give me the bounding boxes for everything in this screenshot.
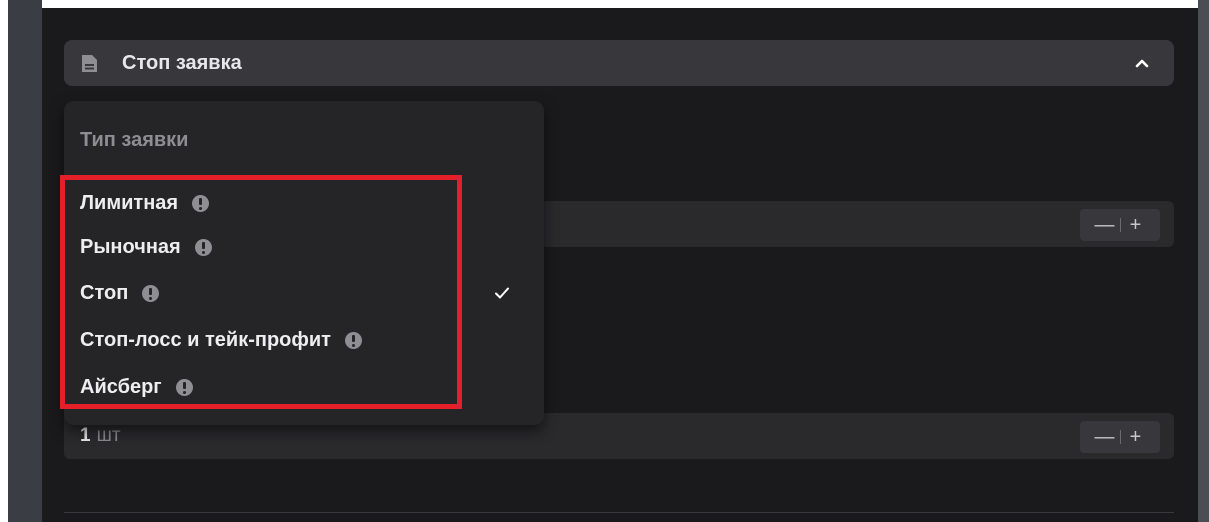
screenshot-page: Стоп заявка — + 1 шт — + Тип заявки Лимит… bbox=[0, 0, 1209, 522]
chevron-up-icon[interactable] bbox=[1132, 53, 1152, 73]
info-icon[interactable] bbox=[344, 331, 362, 349]
quantity-stepper: — + bbox=[1080, 421, 1160, 453]
quantity-decrement-button[interactable]: — bbox=[1090, 426, 1120, 449]
section-title: Стоп заявка bbox=[122, 51, 242, 74]
checkmark-icon bbox=[492, 283, 512, 303]
info-icon[interactable] bbox=[142, 284, 160, 302]
option-limit[interactable]: Лимитная bbox=[80, 183, 528, 223]
section-divider bbox=[64, 512, 1174, 513]
option-label: Стоп-лосс и тейк-профит bbox=[80, 328, 331, 351]
quantity-increment-button[interactable]: + bbox=[1121, 426, 1151, 449]
option-stop-loss-take-profit[interactable]: Стоп-лосс и тейк-профит bbox=[80, 320, 528, 360]
dropdown-heading: Тип заявки bbox=[80, 129, 189, 151]
document-icon bbox=[82, 54, 97, 72]
left-gutter bbox=[8, 0, 42, 522]
option-stop[interactable]: Стоп bbox=[80, 273, 528, 313]
info-icon[interactable] bbox=[194, 238, 212, 256]
info-icon[interactable] bbox=[192, 194, 210, 212]
option-label: Рыночная bbox=[80, 235, 181, 258]
order-type-dropdown: Тип заявки Лимитная Рыночная Стоп Стоп-л… bbox=[64, 101, 544, 425]
option-label: Лимитная bbox=[80, 191, 179, 214]
option-label: Стоп bbox=[80, 281, 129, 304]
quantity-value: 1 шт bbox=[80, 425, 121, 447]
option-iceberg[interactable]: Айсберг bbox=[80, 367, 528, 407]
option-label: Айсберг bbox=[80, 375, 162, 398]
quantity-number: 1 bbox=[80, 425, 91, 446]
stop-order-section-header[interactable]: Стоп заявка bbox=[64, 40, 1174, 86]
price-decrement-button[interactable]: — bbox=[1090, 214, 1120, 237]
option-market[interactable]: Рыночная bbox=[80, 227, 528, 267]
info-icon[interactable] bbox=[175, 378, 193, 396]
right-gutter bbox=[1198, 0, 1209, 522]
price-stepper: — + bbox=[1080, 209, 1160, 241]
price-increment-button[interactable]: + bbox=[1121, 214, 1151, 237]
quantity-unit: шт bbox=[96, 425, 121, 446]
